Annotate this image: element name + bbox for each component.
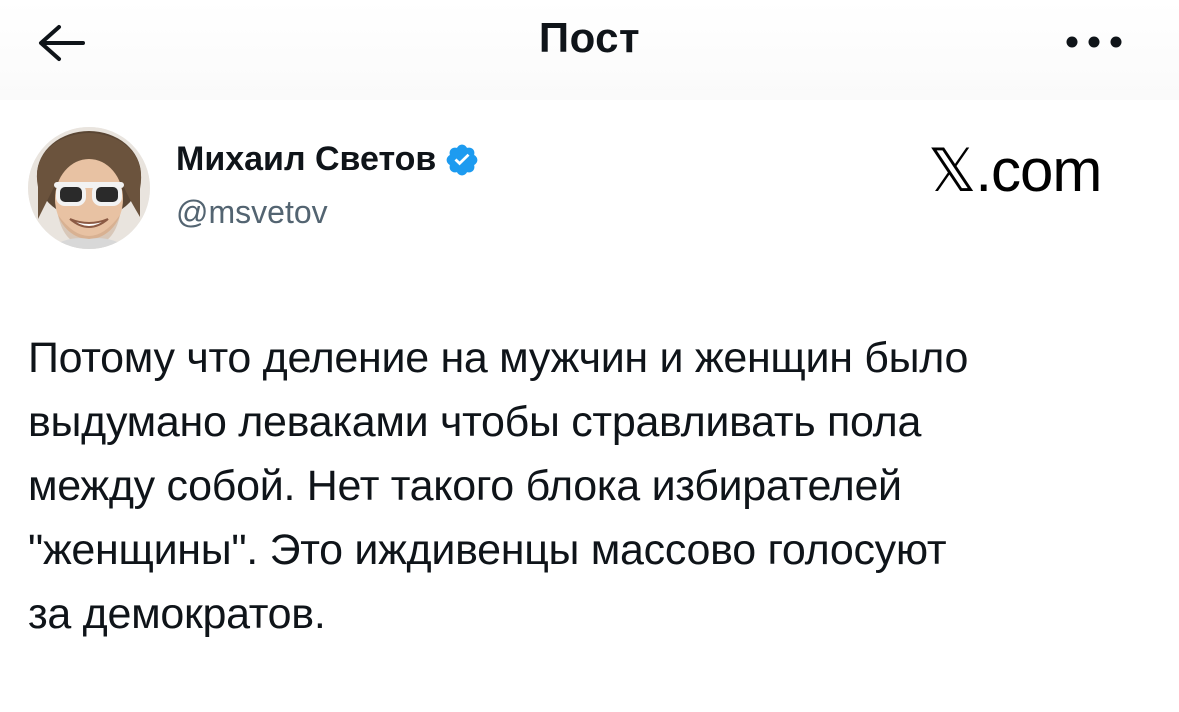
author-name-text: Михаил Светов <box>176 140 437 178</box>
more-horizontal-icon <box>1066 36 1122 48</box>
top-bar: Пост <box>0 0 1179 100</box>
avatar-photo <box>28 127 150 249</box>
x-com-logo: 𝕏.com <box>928 137 1102 204</box>
author-name[interactable]: Михаил Светов <box>176 140 480 179</box>
verified-badge-icon <box>444 142 480 178</box>
post-text: Потому что деление на мужчин и женщин бы… <box>28 334 969 638</box>
avatar[interactable] <box>28 127 150 249</box>
more-options-button[interactable] <box>1058 22 1130 62</box>
author-handle[interactable]: @msvetov <box>176 194 328 231</box>
page-title: Пост <box>538 14 641 61</box>
